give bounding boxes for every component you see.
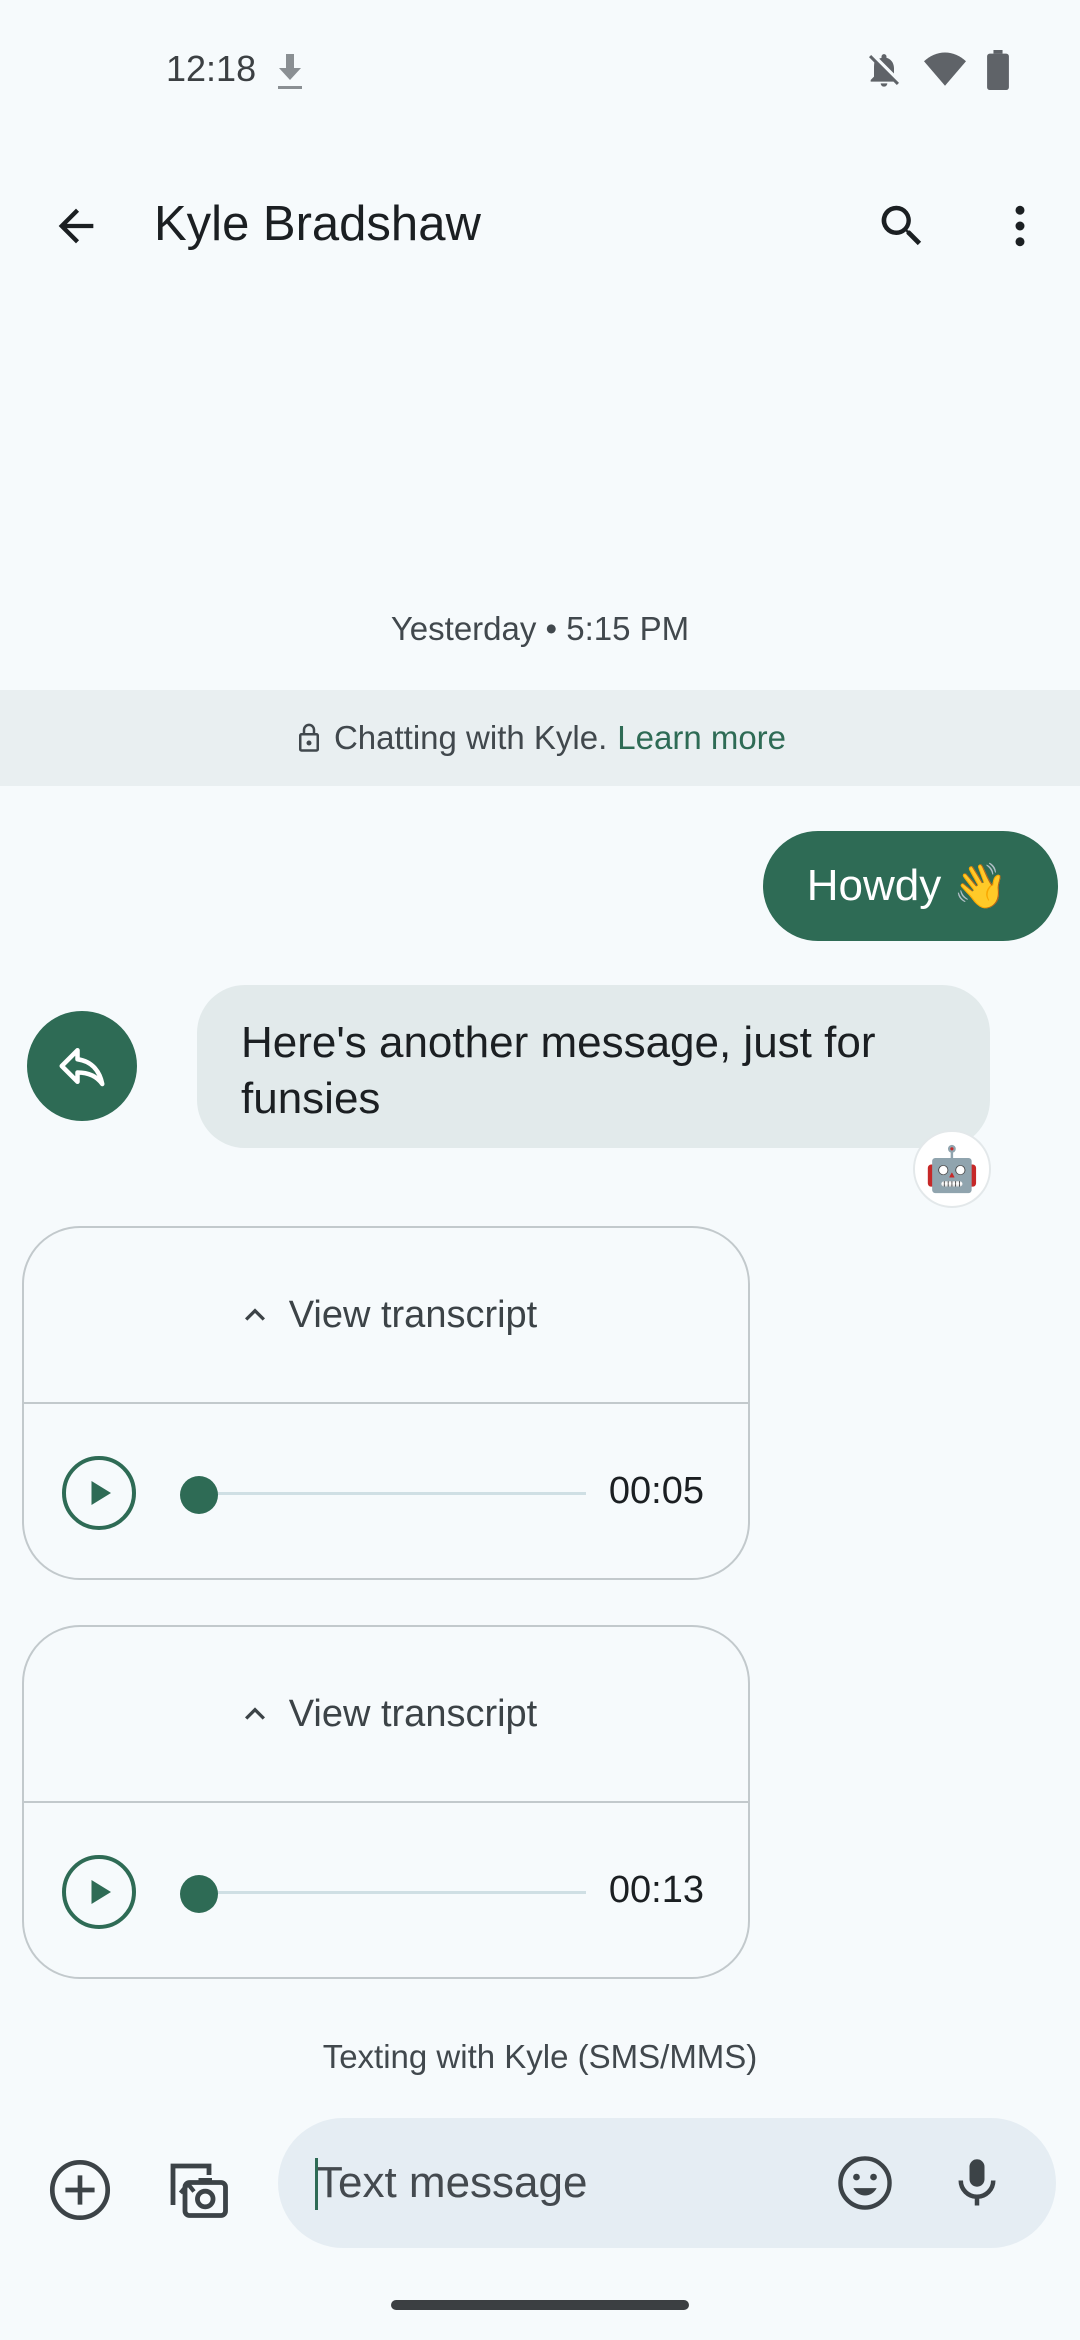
- text-caret: [315, 2158, 318, 2210]
- audio-progress-thumb[interactable]: [180, 1476, 218, 1514]
- audio-duration: 00:13: [608, 1869, 704, 1911]
- status-icons: [864, 50, 1010, 95]
- outgoing-message[interactable]: Howdy 👋: [762, 831, 1058, 941]
- gallery-camera-icon: [170, 2163, 228, 2218]
- add-circle-icon: [49, 2159, 111, 2221]
- back-arrow-icon: [58, 208, 94, 244]
- battery-icon: [986, 50, 1010, 95]
- emoji-button[interactable]: [830, 2148, 900, 2218]
- audio-player: 00:05: [24, 1404, 748, 1578]
- audio-player: 00:13: [24, 1803, 748, 1977]
- view-transcript-label: View transcript: [288, 1293, 538, 1336]
- play-icon: [91, 1481, 111, 1505]
- view-transcript-button[interactable]: View transcript: [24, 1627, 748, 1803]
- play-icon: [91, 1880, 111, 1904]
- notifications-off-icon: [864, 50, 904, 95]
- banner-text: Chatting with Kyle.: [333, 719, 608, 756]
- gallery-camera-button[interactable]: [155, 2148, 239, 2232]
- voice-record-button[interactable]: [942, 2148, 1012, 2218]
- play-button[interactable]: [62, 1855, 136, 1929]
- back-button[interactable]: [40, 190, 112, 262]
- play-button[interactable]: [62, 1456, 136, 1530]
- more-options-button[interactable]: [984, 190, 1056, 262]
- audio-message-card: View transcript 00:13: [22, 1625, 750, 1979]
- more-vert-icon: [1015, 205, 1025, 247]
- search-button[interactable]: [866, 190, 938, 262]
- lock-icon: [298, 723, 319, 752]
- reply-icon: [59, 1048, 105, 1087]
- learn-more-link[interactable]: Learn more: [617, 719, 786, 757]
- sms-mode-label: Texting with Kyle (SMS/MMS): [322, 2038, 758, 2075]
- status-time: 12:18: [166, 48, 257, 89]
- chevron-up-icon: [244, 1308, 265, 1321]
- wifi-icon: [924, 52, 966, 93]
- audio-progress-thumb[interactable]: [180, 1875, 218, 1913]
- reply-button[interactable]: [27, 1011, 137, 1121]
- audio-progress-track[interactable]: [184, 1891, 586, 1894]
- gesture-nav-handle[interactable]: [391, 2300, 689, 2310]
- encryption-banner: Chatting with Kyle. Learn more: [0, 690, 1080, 786]
- reaction-badge[interactable]: 🤖: [913, 1130, 991, 1208]
- wave-emoji: 👋: [953, 862, 1008, 911]
- emoji-icon: [838, 2156, 892, 2210]
- view-transcript-button[interactable]: View transcript: [24, 1228, 748, 1404]
- conversation-title: Kyle Bradshaw: [154, 197, 481, 251]
- audio-duration: 00:05: [608, 1470, 704, 1512]
- audio-message-card: View transcript 00:05: [22, 1226, 750, 1580]
- message-text: Howdy: [806, 861, 942, 910]
- compose-bar: [278, 2118, 1056, 2248]
- message-input[interactable]: [316, 2148, 796, 2218]
- message-timestamp: Yesterday • 5:15 PM: [390, 610, 690, 647]
- chevron-up-icon: [244, 1707, 265, 1720]
- download-icon: [272, 50, 308, 92]
- add-attachment-button[interactable]: [40, 2150, 120, 2230]
- mic-icon: [958, 2159, 996, 2206]
- incoming-message[interactable]: Here's another message, just for funsies: [197, 985, 990, 1148]
- search-icon: [881, 205, 922, 246]
- view-transcript-label: View transcript: [288, 1692, 538, 1735]
- audio-progress-track[interactable]: [184, 1492, 586, 1495]
